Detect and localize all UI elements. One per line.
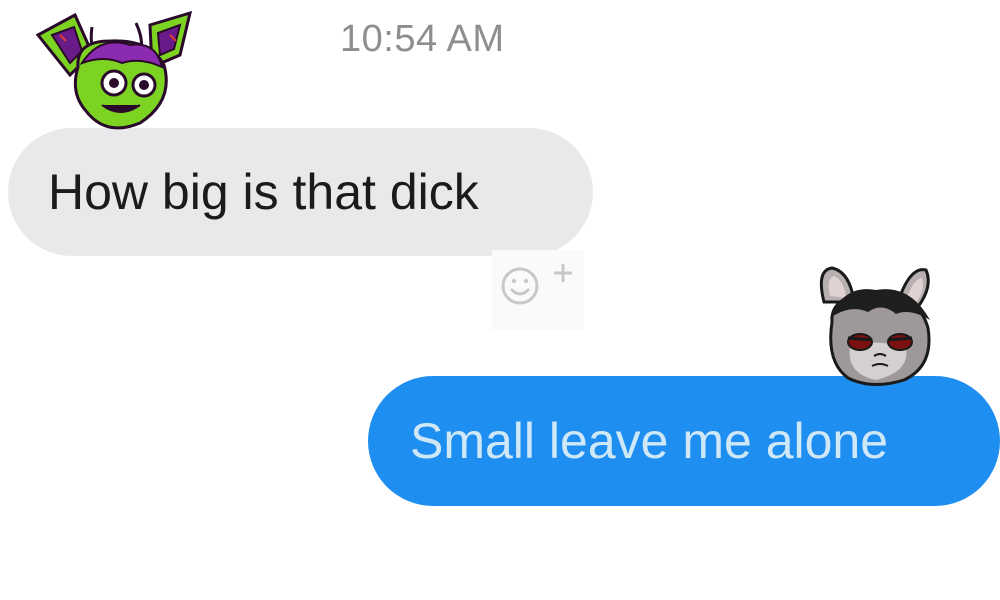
- incoming-message-text: How big is that dick: [48, 164, 479, 220]
- grey-bunny-sticker: [810, 262, 945, 390]
- outgoing-message-text: Small leave me alone: [410, 413, 889, 469]
- green-purple-creature-sticker: [30, 5, 195, 135]
- message-timestamp: 10:54 AM: [340, 18, 505, 60]
- outgoing-message-bubble[interactable]: Small leave me alone: [368, 376, 1000, 506]
- add-reaction-button[interactable]: [492, 250, 584, 330]
- chat-thread: 10:54 AM How big is that dick Small leav…: [0, 0, 1000, 515]
- empty-footer-area: [0, 515, 1000, 600]
- incoming-message-bubble[interactable]: How big is that dick: [8, 128, 593, 256]
- smiley-add-reaction-icon: [501, 264, 572, 305]
